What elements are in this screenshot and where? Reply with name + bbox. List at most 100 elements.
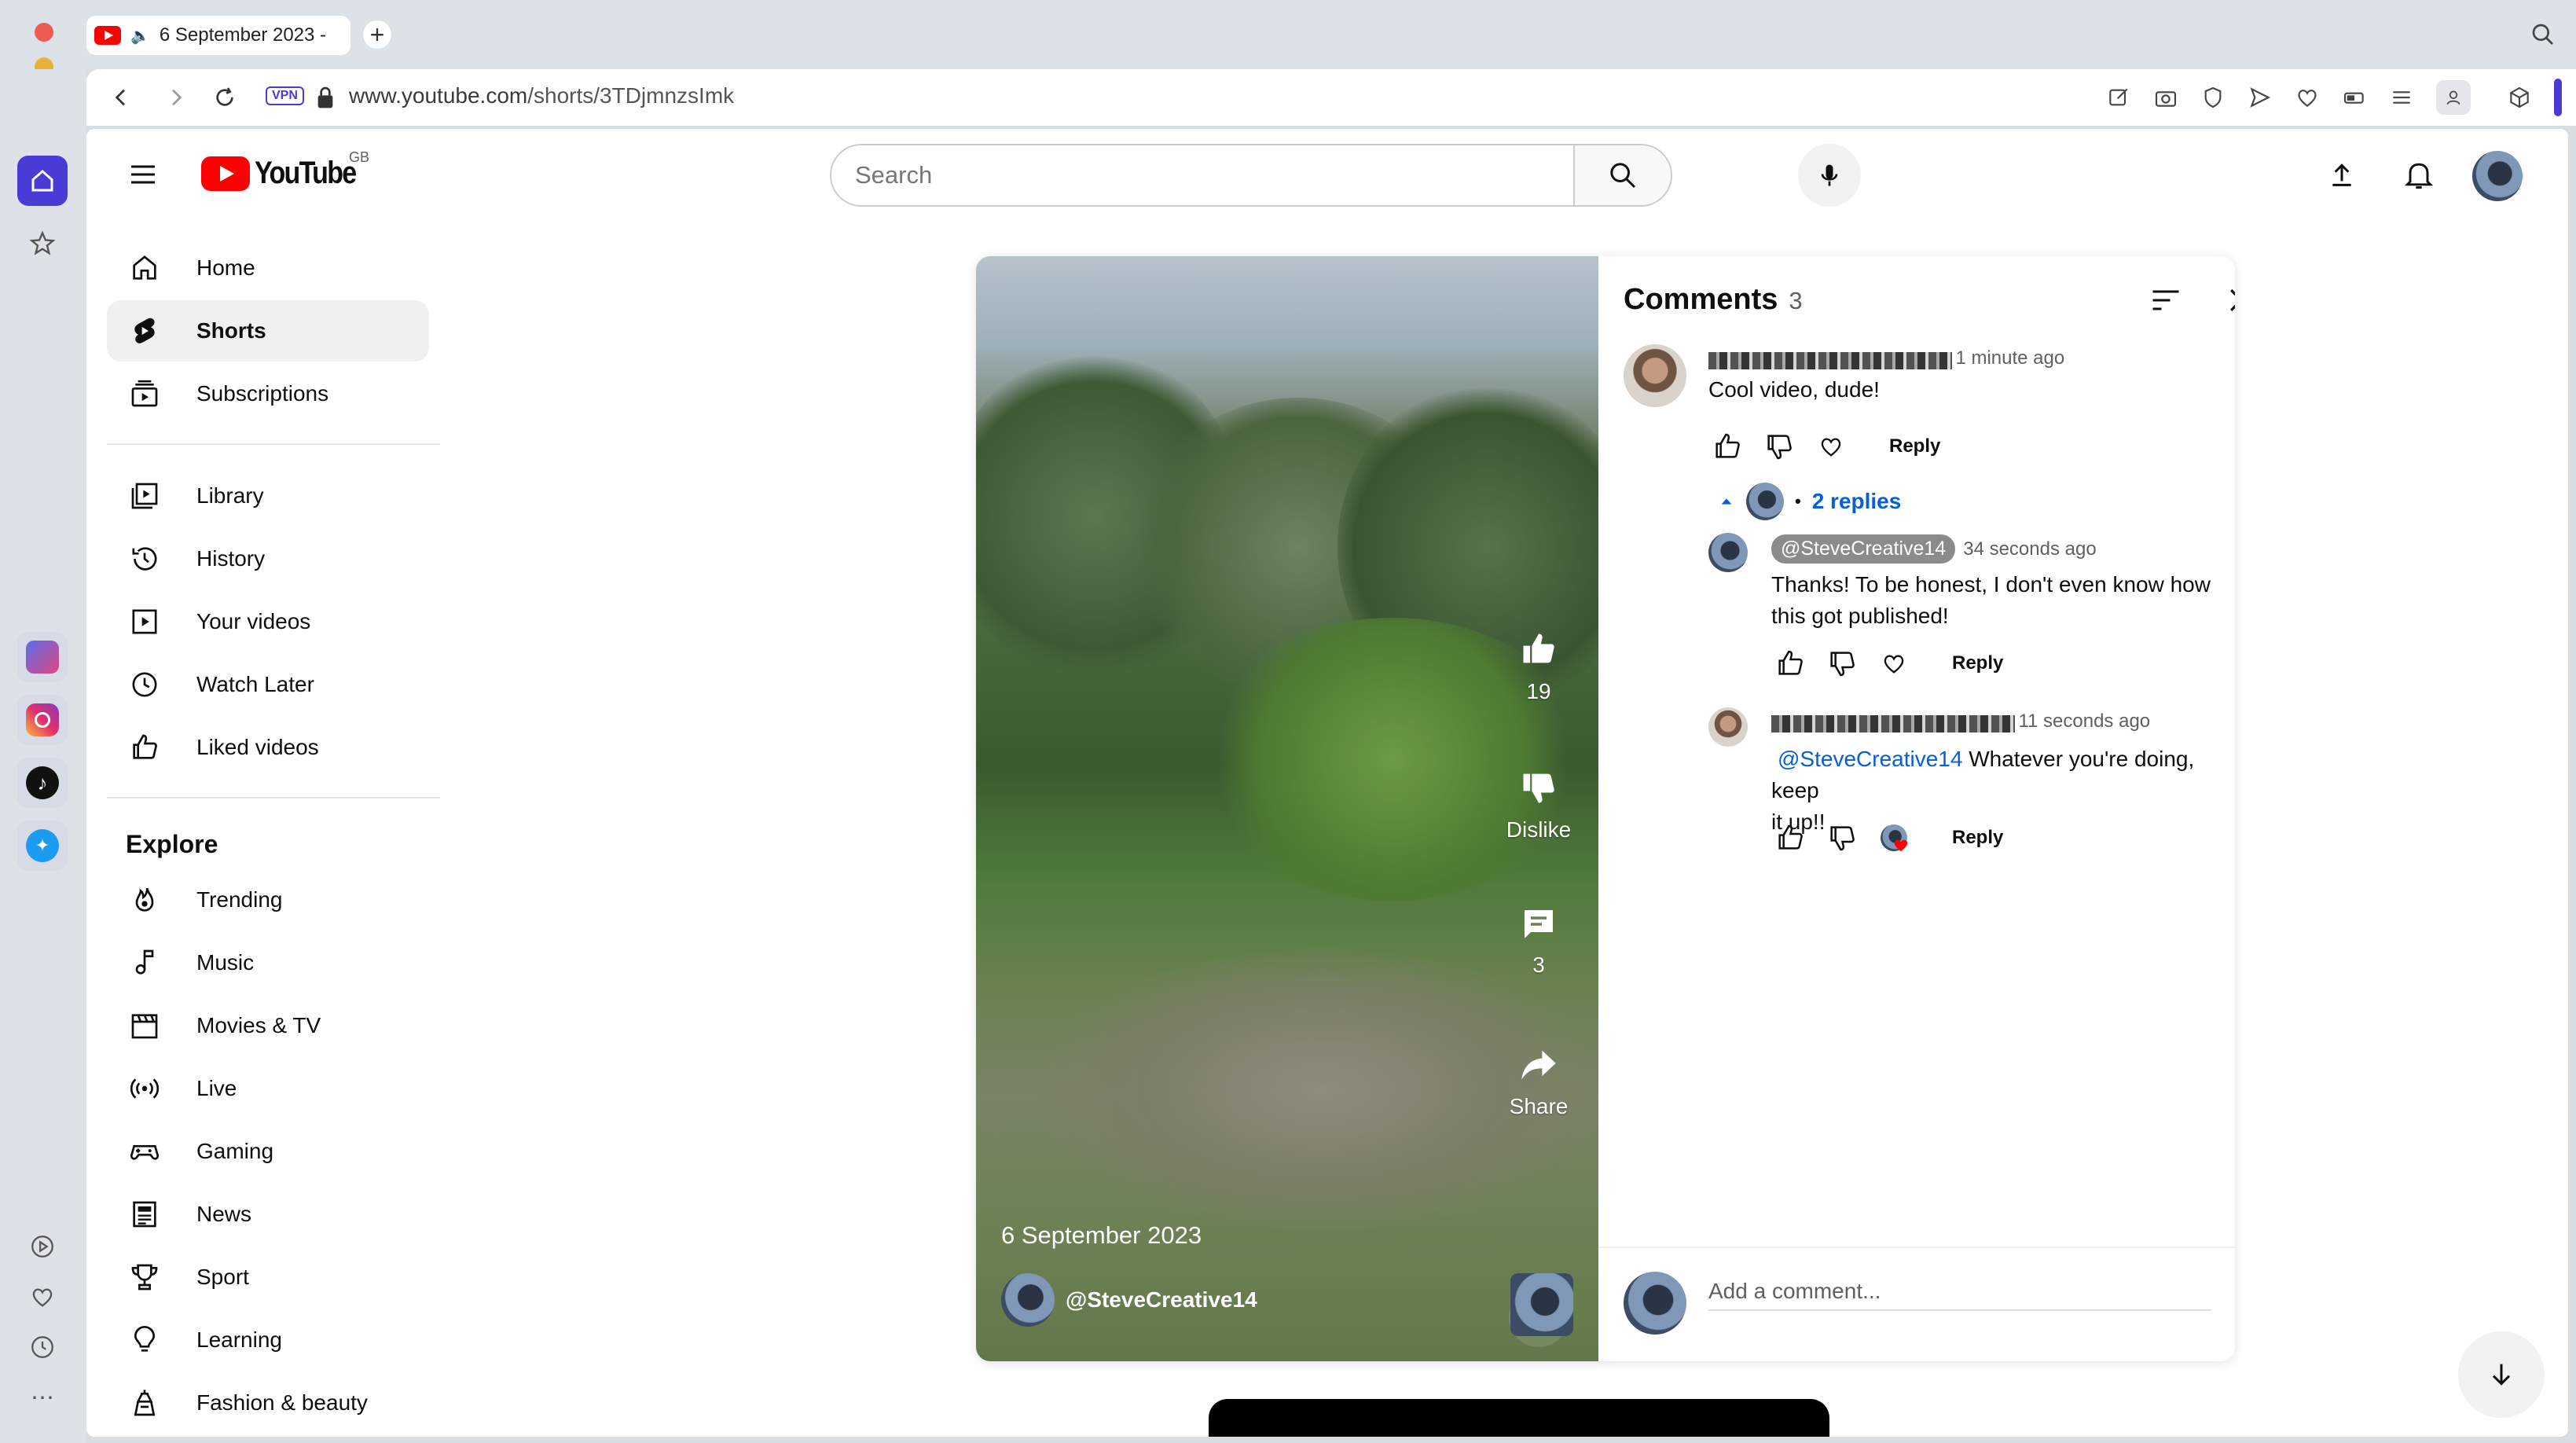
instagram-icon[interactable]	[17, 695, 68, 745]
speaker-icon[interactable]: 🔈	[130, 26, 150, 46]
sidebar-item-shorts[interactable]: Shorts	[107, 300, 429, 362]
favorite-heart-icon[interactable]	[2295, 85, 2320, 110]
sidebar-item-music[interactable]: Music	[107, 932, 429, 993]
comment-text: Cool video, dude!	[1708, 377, 1880, 402]
twitter-icon[interactable]: ✦	[17, 821, 68, 871]
url-field[interactable]: www.youtube.com/shorts/3TDjmnzsImk	[349, 83, 734, 108]
tiktok-icon[interactable]: ♪	[17, 758, 68, 808]
sidebar-item-liked-videos[interactable]: Liked videos	[107, 717, 429, 778]
close-comments-button[interactable]	[2224, 283, 2235, 318]
search-button[interactable]	[1573, 145, 1671, 205]
window-close-button[interactable]	[35, 23, 53, 42]
sidebar-item-gaming[interactable]: Gaming	[107, 1121, 429, 1182]
camera-icon[interactable]	[2153, 85, 2178, 110]
reply-dislike-button[interactable]	[1823, 819, 1861, 857]
voice-search-button[interactable]	[1798, 144, 1861, 207]
sidebar-item-learning[interactable]: Learning	[107, 1309, 429, 1371]
profile-icon[interactable]	[2436, 80, 2471, 115]
comment-like-button[interactable]	[1708, 428, 1746, 465]
reply-heart-button[interactable]	[1875, 644, 1913, 682]
sidebar-item-home[interactable]: Home	[107, 237, 429, 299]
shorts-video[interactable]: 19 Dislike 3 Share ⋯ 6 September 2023 @S…	[976, 256, 1598, 1361]
reply-like-button[interactable]	[1771, 819, 1809, 857]
reply-button[interactable]: Reply	[1952, 652, 2003, 674]
comment-dislike-button[interactable]	[1760, 428, 1798, 465]
reload-icon[interactable]	[212, 85, 237, 110]
news-icon	[133, 1201, 156, 1228]
back-icon[interactable]	[108, 85, 134, 110]
reply-button[interactable]: Reply	[1889, 435, 1940, 457]
sidebar-item-label: Gaming	[196, 1139, 274, 1163]
shield-icon[interactable]	[2200, 85, 2226, 110]
reply-text-line: this got published!	[1771, 604, 1949, 628]
dislike-label: Dislike	[1506, 817, 1572, 842]
aria-app-icon[interactable]	[17, 632, 68, 682]
sidebar-item-watch-later[interactable]: Watch Later	[107, 654, 429, 715]
sidebar-item-history[interactable]: History	[107, 528, 429, 589]
dislike-action[interactable]: Dislike	[1501, 767, 1576, 843]
commenter-avatar[interactable]	[1624, 344, 1686, 407]
sidebar-item-movies-tv[interactable]: Movies & TV	[107, 995, 429, 1056]
next-short-button[interactable]	[2458, 1331, 2545, 1418]
music-icon	[135, 949, 154, 975]
replies-toggle[interactable]: • 2 replies	[1718, 483, 1901, 520]
channel-info[interactable]: @SteveCreative14	[1001, 1273, 1257, 1327]
sidebar-item-fashion-beauty[interactable]: Fashion & beauty	[107, 1372, 429, 1434]
share-icon	[1521, 1050, 1556, 1080]
creator-hearted-badge[interactable]	[1875, 819, 1913, 857]
menu-lines-icon[interactable]	[2389, 85, 2414, 110]
reply-button[interactable]: Reply	[1952, 827, 2003, 849]
sidebar-item-your-videos[interactable]: Your videos	[107, 591, 429, 652]
forward-icon[interactable]	[163, 85, 189, 110]
sidebar-item-library[interactable]: Library	[107, 465, 429, 527]
sidebar-item-sport[interactable]: Sport	[107, 1247, 429, 1308]
comment-heart-button[interactable]	[1812, 428, 1850, 465]
browser-tab[interactable]: 🔈 6 September 2023 -	[86, 16, 350, 55]
reply-author-avatar[interactable]	[1708, 707, 1748, 747]
send-icon[interactable]	[2248, 85, 2273, 110]
author-chip[interactable]: @SteveCreative14	[1771, 534, 1956, 564]
player-icon[interactable]	[17, 1221, 68, 1272]
browser-search-icon[interactable]	[2530, 22, 2556, 47]
sort-comments-button[interactable]	[2149, 283, 2183, 318]
heart-icon[interactable]	[17, 1272, 68, 1322]
sidebar-item-label: Subscriptions	[196, 381, 329, 406]
battery-icon[interactable]	[2342, 85, 2367, 110]
history-clock-icon[interactable]	[17, 1322, 68, 1372]
video-title: 6 September 2023	[1001, 1221, 1202, 1249]
shorts-player: 19 Dislike 3 Share ⋯ 6 September 2023 @S…	[976, 256, 2235, 1361]
browser-star-icon[interactable]	[17, 218, 68, 269]
search-input[interactable]	[831, 145, 1671, 205]
sidebar-item-live[interactable]: Live	[107, 1058, 429, 1119]
mention-link[interactable]: @SteveCreative14	[1778, 747, 1962, 771]
comments-action[interactable]: 3	[1501, 905, 1576, 978]
sidebar-item-subscriptions[interactable]: Subscriptions	[107, 363, 429, 424]
vpn-badge[interactable]: VPN	[266, 86, 304, 105]
channel-avatar[interactable]	[1001, 1273, 1055, 1327]
add-comment-input[interactable]	[1708, 1273, 2211, 1311]
edit-icon[interactable]	[2106, 85, 2131, 110]
extensions-cube-icon[interactable]	[2507, 85, 2532, 110]
new-tab-button[interactable]: +	[363, 20, 391, 49]
sound-thumbnail[interactable]	[1510, 1273, 1573, 1336]
youtube-favicon-icon	[94, 26, 121, 45]
reply-dislike-button[interactable]	[1823, 644, 1861, 682]
more-dots-icon[interactable]: ⋯	[17, 1372, 68, 1423]
reply-author-avatar[interactable]	[1708, 533, 1748, 572]
next-short-preview[interactable]	[1209, 1399, 1829, 1437]
sidebar-item-news[interactable]: News	[107, 1184, 429, 1245]
share-action[interactable]: Share	[1501, 1044, 1576, 1119]
account-avatar[interactable]	[2472, 151, 2523, 201]
sort-icon	[2152, 290, 2179, 310]
sidebar-item-label: Music	[196, 950, 255, 975]
browser-tab-bar: 🔈 6 September 2023 - +	[0, 0, 2576, 111]
sidebar-item-trending[interactable]: Trending	[107, 869, 429, 931]
upload-button[interactable]	[2326, 159, 2358, 190]
reply-like-button[interactable]	[1771, 644, 1809, 682]
like-action[interactable]: 19	[1501, 629, 1576, 704]
notifications-button[interactable]	[2402, 157, 2436, 192]
chevron-up-icon	[1721, 498, 1732, 505]
browser-home-button[interactable]	[17, 156, 68, 206]
sidebar-item-label: History	[196, 546, 266, 571]
clock-icon	[132, 672, 157, 697]
